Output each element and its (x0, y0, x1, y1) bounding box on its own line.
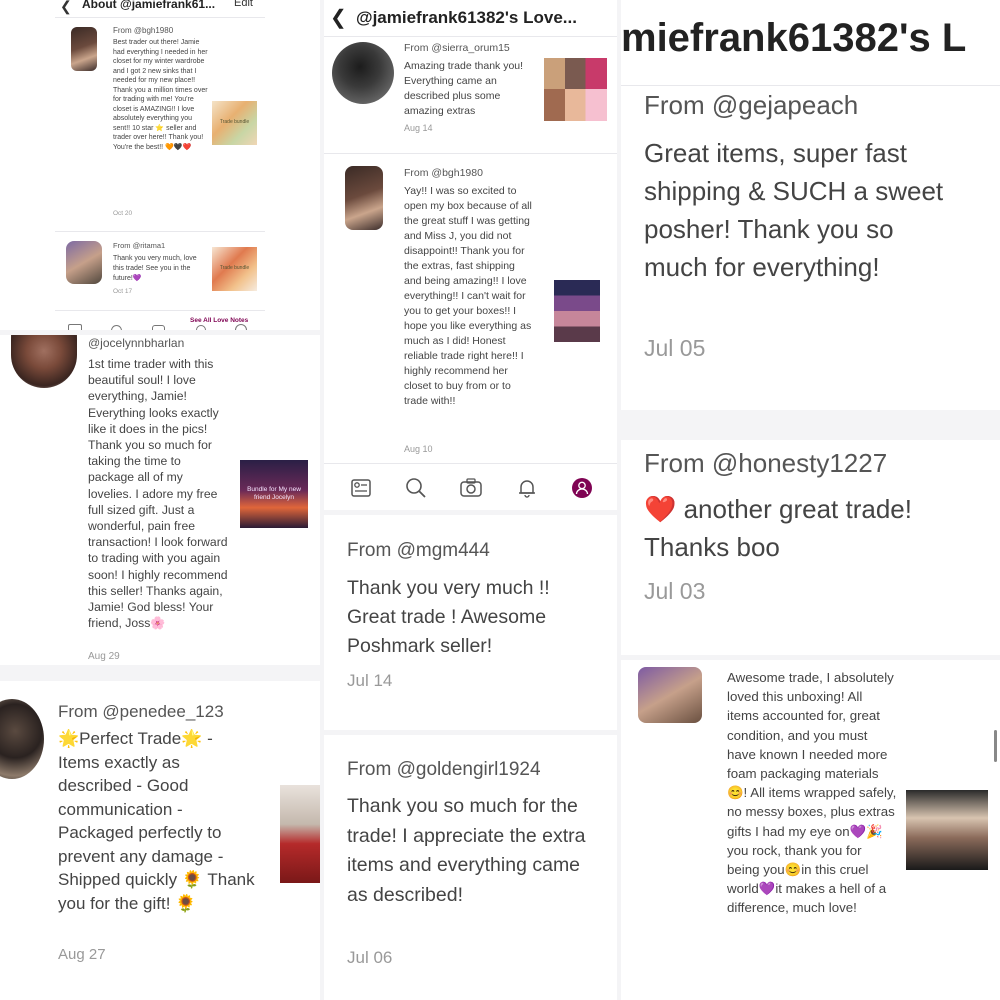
note-date: Jul 06 (347, 948, 393, 967)
panel-awesome-trade-note: Awesome trade, I absolutely loved this u… (621, 660, 1000, 1000)
search-icon[interactable] (405, 477, 427, 499)
note-from[interactable]: From @ritama1 (113, 241, 165, 250)
panel-goldengirl-note: From @goldengirl1924 Thank you so much f… (324, 735, 617, 1000)
note-from[interactable]: From @honesty1227 (644, 448, 887, 479)
panel-jocelynnbharlan-note: @jocelynnbharlan 1st time trader with th… (0, 335, 320, 665)
note-text: Thank you very much !! Great trade ! Awe… (347, 577, 550, 657)
feed-icon[interactable] (350, 478, 372, 498)
note-from[interactable]: @jocelynnbharlan (88, 336, 184, 350)
item-photo-collage[interactable] (544, 58, 607, 121)
avatar (66, 241, 102, 284)
note-from[interactable]: From @penedee_123 (58, 702, 224, 722)
note-text: Thank you so much for the trade! I appre… (347, 795, 586, 906)
note-date: Aug 14 (404, 123, 433, 133)
avatar (11, 335, 77, 388)
avatar (638, 667, 702, 723)
note-text: Best trader out there! Jamie had everyth… (113, 39, 208, 151)
header-title: @jamiefrank61382's Love... (356, 8, 577, 27)
note-from[interactable]: From @mgm444 (347, 540, 490, 562)
note-date: Jul 05 (644, 335, 706, 361)
note-date: Aug 27 (58, 946, 106, 963)
avatar (71, 27, 97, 71)
note-from[interactable]: From @bgh1980 (404, 167, 483, 179)
avatar (332, 42, 394, 104)
scrollbar[interactable] (994, 730, 997, 762)
note-date: Aug 29 (88, 651, 120, 662)
note-from[interactable]: From @goldengirl1924 (347, 759, 541, 781)
header-title: miefrank61382's L (621, 16, 967, 60)
panel-love-notes-zoomed: miefrank61382's L From @gejapeach Great … (621, 0, 1000, 655)
note-from[interactable]: From @gejapeach (644, 90, 858, 121)
gift-thumbnail[interactable] (280, 785, 320, 883)
header-title: About @jamiefrank61... (82, 0, 216, 11)
panel-love-notes-list: ❮ @jamiefrank61382's Love... From @sierr… (324, 0, 617, 510)
trade-bundle-thumbnail[interactable]: Trade bundle (212, 101, 257, 145)
item-photo-thumbnail[interactable] (906, 790, 988, 870)
note-text: Yay!! I was so excited to open my box be… (404, 185, 532, 407)
note-text: Amazing trade thank you! Everything came… (404, 60, 524, 117)
back-arrow-icon[interactable]: ❮ (60, 0, 72, 15)
panel-penedee-note: From @penedee_123 🌟Perfect Trade🌟 - Item… (0, 681, 320, 1000)
avatar (345, 166, 383, 230)
panel-about-love-notes: ❮ About @jamiefrank61... Edit From @bgh1… (0, 0, 320, 330)
camera-icon[interactable] (459, 478, 483, 498)
trade-bundle-thumbnail[interactable]: Trade bundle (212, 247, 257, 291)
note-text: Thank you very much, love this trade! Se… (113, 255, 197, 282)
note-text: Awesome trade, I absolutely loved this u… (727, 670, 897, 916)
note-date: Aug 10 (404, 444, 433, 454)
profile-icon[interactable] (571, 477, 593, 499)
bottom-nav-bar (334, 475, 609, 501)
note-text: ❤️ another great trade! Thanks boo (644, 494, 912, 562)
note-date: Oct 20 (113, 210, 133, 217)
item-photo-collage[interactable] (554, 280, 600, 342)
note-date: Jul 14 (347, 671, 393, 690)
bell-icon[interactable] (516, 477, 538, 499)
note-text: 1st time trader with this beautiful soul… (88, 357, 228, 631)
back-arrow-icon[interactable]: ❮ (330, 5, 347, 30)
edit-link[interactable]: Edit (234, 0, 253, 9)
avatar (0, 699, 44, 779)
note-date: Oct 17 (113, 288, 133, 295)
see-all-love-notes-link[interactable]: See All Love Notes (190, 317, 248, 324)
bundle-thumbnail[interactable]: Bundle for My new friend Jocelyn (240, 460, 308, 528)
note-from[interactable]: From @bgh1980 (113, 26, 173, 35)
note-date: Jul 03 (644, 578, 706, 604)
panel-mgm444-note: From @mgm444 Thank you very much !! Grea… (324, 515, 617, 730)
note-from[interactable]: From @sierra_orum15 (404, 42, 510, 54)
note-text: Great items, super fast shipping & SUCH … (644, 138, 944, 282)
note-text: 🌟Perfect Trade🌟 - Items exactly as descr… (58, 729, 255, 913)
